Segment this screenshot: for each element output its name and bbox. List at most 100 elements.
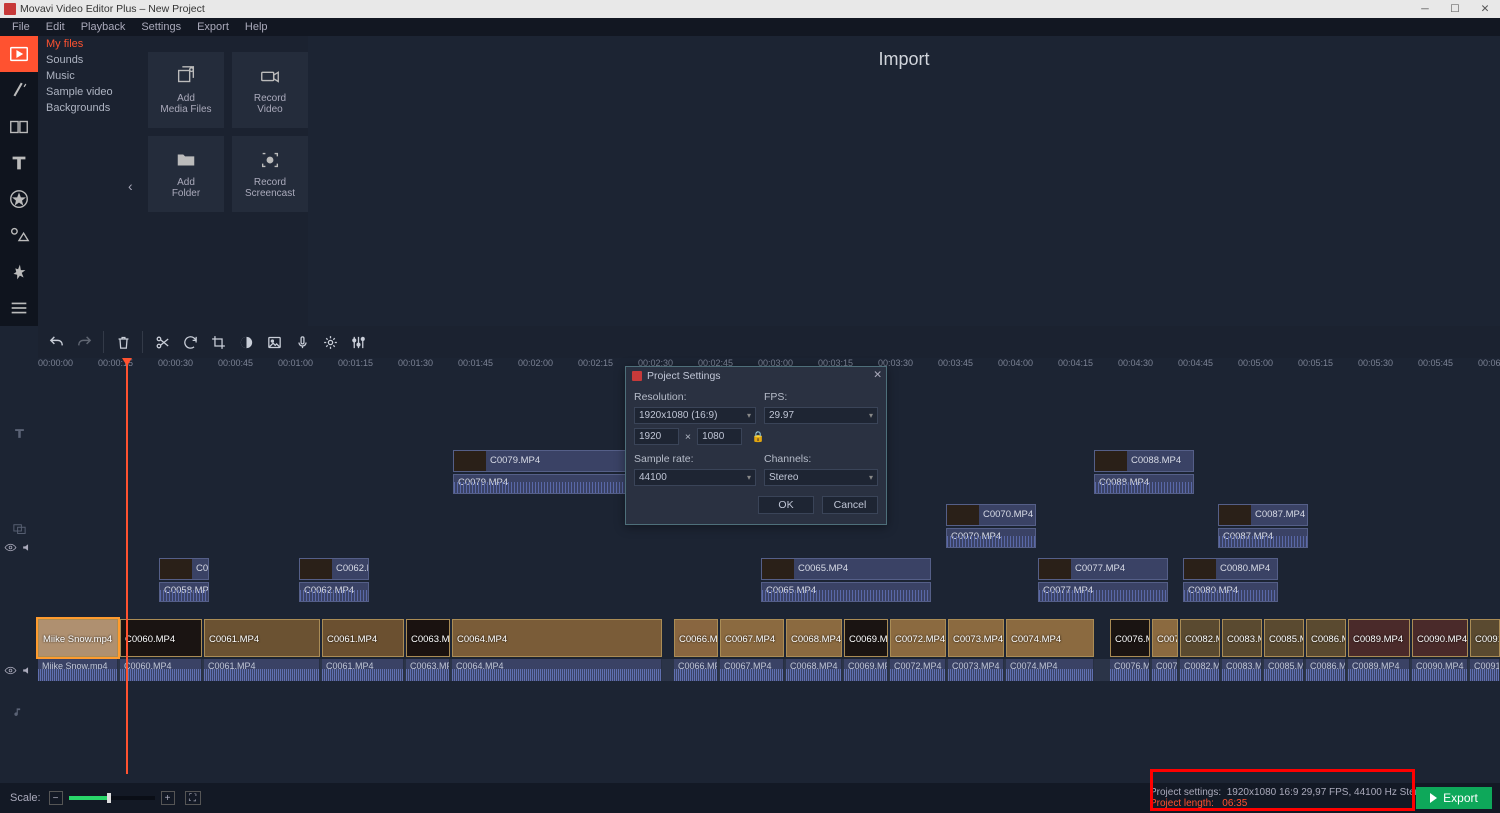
- audio-segment[interactable]: C0061.MP4: [204, 659, 320, 681]
- zoom-in-button[interactable]: +: [161, 791, 175, 805]
- audio-segment[interactable]: C0090.MP4: [1412, 659, 1468, 681]
- video-clip[interactable]: C0085.MP4: [1264, 619, 1304, 657]
- clip[interactable]: C0077.MP4: [1038, 558, 1168, 580]
- video-clip[interactable]: C0061.MP4: [322, 619, 404, 657]
- height-input[interactable]: 1080: [697, 428, 742, 445]
- width-input[interactable]: 1920: [634, 428, 679, 445]
- video-clip[interactable]: C0064.MP4: [452, 619, 662, 657]
- audio-segment[interactable]: C0076.MP4: [1110, 659, 1150, 681]
- modal-close-button[interactable]: ✕: [873, 369, 882, 381]
- audio-clip[interactable]: C0087.MP4: [1218, 528, 1308, 548]
- add-media-tile[interactable]: AddMedia Files: [148, 52, 224, 128]
- audio-segment[interactable]: C0072.MP4: [890, 659, 946, 681]
- minimize-button[interactable]: ─: [1410, 0, 1440, 18]
- audio-clip[interactable]: C0062.MP4: [299, 582, 369, 602]
- audio-segment[interactable]: C0091.MP4: [1470, 659, 1500, 681]
- audio-segment[interactable]: C0082.MP4: [1180, 659, 1220, 681]
- video-clip[interactable]: C0091.MP4: [1470, 619, 1500, 657]
- audio-clip[interactable]: C0080.MP4: [1183, 582, 1278, 602]
- resolution-select[interactable]: 1920x1080 (16:9): [634, 407, 756, 424]
- audio-clip[interactable]: C0088.MP4: [1094, 474, 1194, 494]
- record-screencast-tile[interactable]: RecordScreencast: [232, 136, 308, 212]
- audio-clip[interactable]: C0065.MP4: [761, 582, 931, 602]
- category-sounds[interactable]: Sounds: [38, 52, 138, 68]
- video-clip[interactable]: C0067.MP4: [720, 619, 784, 657]
- tab-titles[interactable]: [0, 145, 38, 181]
- clip[interactable]: C0087.MP4: [1218, 504, 1308, 526]
- video-clip[interactable]: C0078.MP4: [1152, 619, 1178, 657]
- audio-segment[interactable]: C0064.MP4: [452, 659, 662, 681]
- audio-segment[interactable]: C0083.MP4: [1222, 659, 1262, 681]
- video-clip[interactable]: C0090.MP4: [1412, 619, 1468, 657]
- video-clip[interactable]: C0072.MP4: [890, 619, 946, 657]
- clip-properties-button[interactable]: [318, 330, 342, 354]
- video-clip[interactable]: C0061.MP4: [204, 619, 320, 657]
- tab-callouts[interactable]: [0, 217, 38, 253]
- cancel-button[interactable]: Cancel: [822, 496, 878, 514]
- clip[interactable]: C0065.MP4: [761, 558, 931, 580]
- video-clip[interactable]: C0083.MP4: [1222, 619, 1262, 657]
- export-button[interactable]: Export: [1416, 787, 1492, 809]
- video-clip[interactable]: C0066.MP4: [674, 619, 718, 657]
- collapse-panel-icon[interactable]: ‹: [128, 178, 133, 194]
- menu-file[interactable]: File: [4, 21, 38, 33]
- video-clip[interactable]: C0086.MP4: [1306, 619, 1346, 657]
- project-settings-status[interactable]: Project settings: 1920x1080 16:9 29,97 F…: [1150, 783, 1410, 813]
- zoom-fit-button[interactable]: ⛶: [185, 791, 201, 805]
- audio-track-icon[interactable]: [0, 706, 38, 720]
- color-adjust-button[interactable]: [234, 330, 258, 354]
- split-button[interactable]: [150, 330, 174, 354]
- category-backgrounds[interactable]: Backgrounds: [38, 100, 138, 116]
- lock-aspect-icon[interactable]: 🔒: [752, 430, 764, 444]
- audio-clip[interactable]: C0058.MP4: [159, 582, 209, 602]
- video-clip[interactable]: C0082.MP4: [1180, 619, 1220, 657]
- zoom-slider[interactable]: [69, 796, 155, 800]
- fps-select[interactable]: 29.97: [764, 407, 878, 424]
- video-clip[interactable]: C0060.MP4: [120, 619, 202, 657]
- overlay-visibility[interactable]: [0, 541, 38, 554]
- video-clip[interactable]: C0069.MP4: [844, 619, 888, 657]
- picture-button[interactable]: [262, 330, 286, 354]
- ok-button[interactable]: OK: [758, 496, 814, 514]
- clip[interactable]: C0062.MP4: [299, 558, 369, 580]
- audio-segment[interactable]: C0086.MP4: [1306, 659, 1346, 681]
- playhead[interactable]: [126, 358, 128, 774]
- video-clip[interactable]: C0063.MP4: [406, 619, 450, 657]
- modal-titlebar[interactable]: Project Settings ✕: [626, 367, 886, 385]
- video-clip[interactable]: C0076.MP4: [1110, 619, 1150, 657]
- audio-segment[interactable]: C0067.MP4: [720, 659, 784, 681]
- redo-button[interactable]: [72, 330, 96, 354]
- audio-segment[interactable]: C0085.MP4: [1264, 659, 1304, 681]
- category-music[interactable]: Music: [38, 68, 138, 84]
- tab-transitions[interactable]: [0, 109, 38, 145]
- tab-import[interactable]: [0, 36, 38, 72]
- video-clip[interactable]: C0068.MP4: [786, 619, 842, 657]
- audio-segment[interactable]: C0074.MP4: [1006, 659, 1094, 681]
- category-my-files[interactable]: My files: [38, 36, 138, 52]
- category-sample-video[interactable]: Sample video: [38, 84, 138, 100]
- text-track-icon[interactable]: [0, 426, 38, 441]
- record-video-tile[interactable]: RecordVideo: [232, 52, 308, 128]
- undo-button[interactable]: [44, 330, 68, 354]
- crop-button[interactable]: [206, 330, 230, 354]
- close-button[interactable]: ✕: [1470, 0, 1500, 18]
- video-clip[interactable]: C0073.MP4: [948, 619, 1004, 657]
- audio-segment[interactable]: C0063.MP4: [406, 659, 450, 681]
- tab-more[interactable]: [0, 290, 38, 326]
- tab-filters[interactable]: [0, 72, 38, 108]
- menu-help[interactable]: Help: [237, 21, 276, 33]
- audio-segment[interactable]: C0061.MP4: [322, 659, 404, 681]
- tab-stickers[interactable]: [0, 181, 38, 217]
- menu-export[interactable]: Export: [189, 21, 237, 33]
- audio-segment[interactable]: C0078.MP4: [1152, 659, 1178, 681]
- add-folder-tile[interactable]: AddFolder: [148, 136, 224, 212]
- zoom-out-button[interactable]: −: [49, 791, 63, 805]
- samplerate-select[interactable]: 44100: [634, 469, 756, 486]
- clip[interactable]: C0088.MP4: [1094, 450, 1194, 472]
- audio-segment[interactable]: C0068.MP4: [786, 659, 842, 681]
- video-clip[interactable]: C0089.MP4: [1348, 619, 1410, 657]
- menu-settings[interactable]: Settings: [133, 21, 189, 33]
- equalizer-button[interactable]: [346, 330, 370, 354]
- menu-playback[interactable]: Playback: [73, 21, 134, 33]
- overlay-track-icon[interactable]: [0, 521, 38, 536]
